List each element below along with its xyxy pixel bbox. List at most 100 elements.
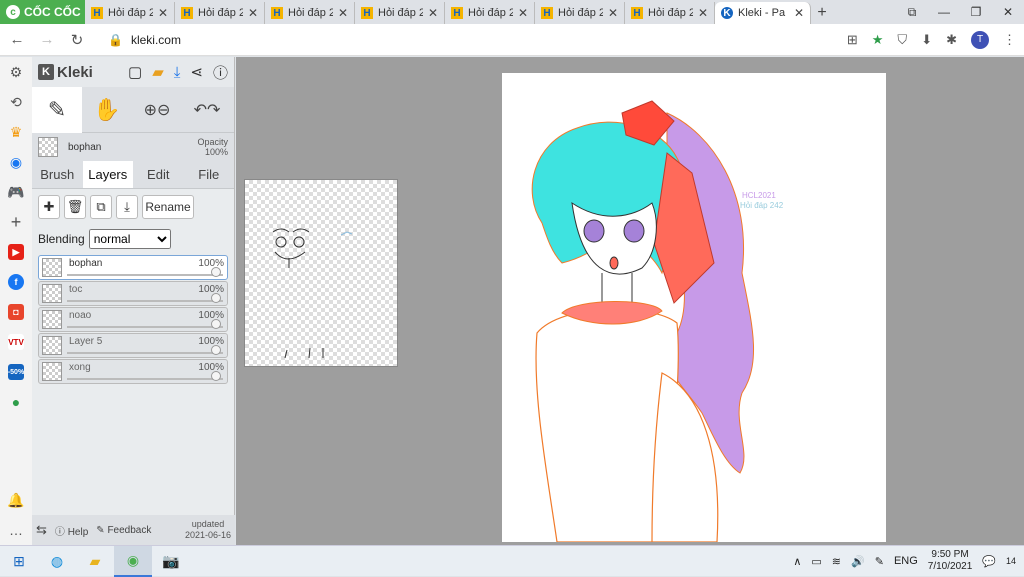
- slider-knob[interactable]: [211, 319, 221, 329]
- extensions-puzzle-icon[interactable]: ✱: [946, 32, 957, 48]
- browser-tab[interactable]: H Hỏi đáp 2 ✕: [355, 2, 445, 24]
- profile-avatar[interactable]: T: [971, 30, 989, 49]
- youtube-icon[interactable]: ▶: [0, 237, 32, 267]
- volume-icon[interactable]: 🔊: [851, 555, 865, 568]
- reload-icon[interactable]: ↻: [68, 31, 86, 49]
- browser-tab[interactable]: H Hỏi đáp 2 ✕: [265, 2, 355, 24]
- file-explorer-icon[interactable]: ▰: [76, 546, 114, 577]
- open-folder-icon[interactable]: ▰: [152, 63, 164, 81]
- new-tab-button[interactable]: +: [811, 2, 833, 24]
- help-circle-icon[interactable]: ⓘ: [213, 62, 228, 83]
- back-arrow-icon[interactable]: ←: [8, 31, 26, 48]
- browser-tab[interactable]: H Hỏi đáp 2 ✕: [535, 2, 625, 24]
- layer-item[interactable]: bophan 100%: [38, 255, 228, 280]
- notification-bell-icon[interactable]: 🔔: [0, 485, 32, 515]
- duplicate-layer-button[interactable]: ⧉: [90, 195, 112, 219]
- kleki-logo[interactable]: K Kleki: [38, 64, 93, 81]
- tab-edit[interactable]: Edit: [133, 161, 184, 188]
- translate-icon[interactable]: ⊞: [847, 32, 858, 48]
- merge-layer-button[interactable]: ⤓: [116, 195, 138, 219]
- close-tab-icon[interactable]: ✕: [248, 6, 258, 20]
- layer-opacity-slider[interactable]: [67, 345, 223, 355]
- swap-sides-icon[interactable]: ⇆: [36, 522, 47, 538]
- bookmark-star-icon[interactable]: ★: [872, 32, 884, 48]
- browser-tab-active[interactable]: K Kleki - Pa ✕: [715, 2, 811, 24]
- slider-knob[interactable]: [211, 293, 221, 303]
- wifi-icon[interactable]: ≋: [832, 555, 841, 568]
- share-icon[interactable]: ⋖: [190, 63, 203, 81]
- messenger-icon[interactable]: ◉: [0, 147, 32, 177]
- close-tab-icon[interactable]: ✕: [608, 6, 618, 20]
- battery-icon[interactable]: ▭: [811, 555, 821, 568]
- hand-tool-icon[interactable]: ✋: [82, 87, 132, 133]
- close-tab-icon[interactable]: ✕: [158, 6, 168, 20]
- layer-opacity-slider[interactable]: [67, 319, 223, 329]
- browser-tab[interactable]: H Hỏi đáp 2 ✕: [85, 2, 175, 24]
- layer-item[interactable]: xong 100%: [38, 359, 228, 384]
- zoom-icon[interactable]: ⊕⊖: [132, 87, 182, 133]
- slider-knob[interactable]: [211, 345, 221, 355]
- layer-item[interactable]: noao 100%: [38, 307, 228, 332]
- menu-dots-icon[interactable]: ⋮: [1003, 32, 1016, 48]
- history-icon[interactable]: ⟲: [0, 87, 32, 117]
- layer-opacity-slider[interactable]: [67, 267, 223, 277]
- slider-knob[interactable]: [211, 267, 221, 277]
- brush-tool-icon[interactable]: ✎: [32, 86, 82, 133]
- notification-center-icon[interactable]: 💬: [982, 555, 996, 568]
- close-tab-icon[interactable]: ✕: [698, 6, 708, 20]
- close-tab-icon[interactable]: ✕: [428, 6, 438, 20]
- drawing-canvas[interactable]: HCL2021 Hỏi đáp 242: [502, 73, 886, 543]
- add-icon[interactable]: +: [0, 207, 32, 237]
- add-layer-button[interactable]: ✚: [38, 195, 60, 219]
- shop-icon[interactable]: ◘: [0, 297, 32, 327]
- close-window-button[interactable]: ✕: [992, 0, 1024, 24]
- ball-icon[interactable]: ●: [0, 387, 32, 417]
- chevron-up-icon[interactable]: ∧: [793, 555, 801, 568]
- canvas-area[interactable]: HCL2021 Hỏi đáp 242: [236, 57, 1024, 545]
- game-controller-icon[interactable]: 🎮: [0, 177, 32, 207]
- minimize-button[interactable]: ―: [928, 0, 960, 24]
- sale-icon[interactable]: -50%: [0, 357, 32, 387]
- forward-arrow-icon[interactable]: →: [38, 31, 56, 48]
- vtv-icon[interactable]: VTV: [0, 327, 32, 357]
- crown-icon[interactable]: ♛: [0, 117, 32, 147]
- language-indicator[interactable]: ENG: [894, 555, 918, 567]
- new-image-icon[interactable]: ▢: [128, 63, 142, 81]
- tab-layers[interactable]: Layers: [82, 161, 133, 188]
- settings-gear-icon[interactable]: ⚙: [0, 57, 32, 87]
- clock[interactable]: 9:50 PM 7/10/2021: [928, 549, 973, 573]
- layer-item[interactable]: toc 100%: [38, 281, 228, 306]
- shield-icon[interactable]: ⛉: [897, 32, 907, 48]
- camera-icon[interactable]: 📷: [152, 546, 190, 577]
- search-tabs-icon[interactable]: ⧉: [896, 0, 928, 24]
- close-tab-icon[interactable]: ✕: [794, 6, 804, 20]
- help-link[interactable]: ⓘ Help: [55, 523, 88, 538]
- facebook-icon[interactable]: f: [0, 267, 32, 297]
- url-bar[interactable]: 🔒 kleki.com: [98, 26, 798, 53]
- coccoc-logo[interactable]: c CỐC CỐC: [0, 0, 85, 24]
- slider-knob[interactable]: [211, 371, 221, 381]
- browser-tab[interactable]: H Hỏi đáp 2 ✕: [625, 2, 715, 24]
- save-download-icon[interactable]: ⤓: [174, 64, 181, 81]
- windows-start-icon[interactable]: ⊞: [0, 546, 38, 577]
- restore-button[interactable]: ❐: [960, 0, 992, 24]
- delete-layer-button[interactable]: 🗑: [64, 195, 86, 219]
- more-dots-icon[interactable]: …: [0, 515, 32, 545]
- pen-icon[interactable]: ✎: [875, 555, 884, 568]
- tab-brush[interactable]: Brush: [32, 161, 83, 188]
- browser-tab[interactable]: H Hỏi đáp 2 ✕: [175, 2, 265, 24]
- feedback-link[interactable]: ✎ Feedback: [96, 525, 151, 536]
- layer-opacity-slider[interactable]: [67, 293, 223, 303]
- undo-redo-icon[interactable]: ↶↷: [182, 87, 232, 133]
- tab-file[interactable]: File: [184, 161, 235, 188]
- download-icon[interactable]: ⬇: [921, 32, 932, 48]
- layer-opacity-slider[interactable]: [67, 371, 223, 381]
- coccoc-taskbar-icon[interactable]: ◉: [114, 545, 152, 577]
- browser-tab[interactable]: H Hỏi đáp 2 ✕: [445, 2, 535, 24]
- layer-item[interactable]: Layer 5 100%: [38, 333, 228, 358]
- close-tab-icon[interactable]: ✕: [518, 6, 528, 20]
- rename-layer-button[interactable]: Rename: [142, 195, 194, 219]
- close-tab-icon[interactable]: ✕: [338, 6, 348, 20]
- blending-select[interactable]: normal: [88, 229, 171, 249]
- edge-icon[interactable]: ◍: [38, 546, 76, 577]
